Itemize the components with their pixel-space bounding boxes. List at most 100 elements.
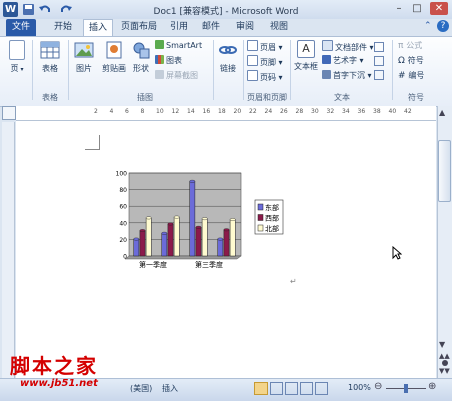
ruler-tick-label: 18 (218, 108, 226, 115)
ruler-tick-label: 8 (140, 108, 145, 115)
page-number-icon (247, 70, 258, 81)
ruler-tick-label: 12 (171, 108, 180, 115)
screenshot-button[interactable]: 屏幕截图 (155, 70, 198, 82)
ruler-tick-label: 6 (125, 108, 129, 115)
scroll-down-icon[interactable]: ▼ (439, 340, 445, 349)
bar-top (201, 217, 208, 221)
clustered-column-chart[interactable]: 0 20 40 60 80 100 第一季度 第三季度 东部西部北部 (115, 168, 290, 273)
textbox-label: 文本框 (294, 62, 318, 71)
quick-parts-button[interactable]: 文档部件 ▾ (322, 40, 374, 52)
dropcap-icon (322, 70, 331, 79)
group-label-header-footer: 页眉和页脚 (247, 93, 287, 102)
table-button[interactable]: 表格 (36, 40, 64, 74)
smartart-icon (155, 40, 164, 49)
chart-label: 图表 (166, 56, 182, 65)
bar (145, 217, 152, 257)
signature-line-icon[interactable] (374, 42, 384, 52)
group-label-text: 文本 (334, 93, 350, 102)
bar-top (139, 229, 146, 233)
draft-icon[interactable] (315, 382, 328, 395)
separator (213, 40, 214, 100)
shapes-label: 形状 (133, 64, 149, 73)
dropcap-button[interactable]: 首字下沉 ▾ (322, 70, 372, 82)
margin-corner-mark (85, 135, 100, 150)
full-screen-reading-icon[interactable] (270, 382, 283, 395)
tab-page-layout[interactable]: 页面布局 (118, 19, 160, 36)
header-icon (247, 40, 258, 51)
mouse-cursor-icon (392, 245, 403, 263)
wordart-label: 艺术字 (333, 56, 357, 65)
symbol-button[interactable]: Ω 符号 (398, 55, 424, 67)
print-layout-icon[interactable] (254, 382, 268, 395)
bar (139, 230, 146, 257)
chart-button[interactable]: 图表 (155, 55, 182, 67)
x-tick-label: 第一季度 (139, 260, 167, 269)
equation-button[interactable]: π 公式 (398, 40, 422, 52)
ruler-tick-label: 36 (357, 108, 366, 115)
textbox-icon: A (297, 40, 315, 58)
quick-parts-icon (322, 40, 333, 51)
status-insert-mode[interactable]: 插入 (162, 383, 178, 394)
header-label: 页眉 (260, 43, 276, 52)
pages-button[interactable]: 页 ▾ (6, 40, 28, 74)
bar-top (223, 228, 230, 232)
tab-view[interactable]: 视图 (266, 19, 292, 36)
header-button[interactable]: 页眉 ▾ (247, 40, 283, 52)
group-label-illustrations: 插图 (137, 93, 153, 102)
equation-label: 公式 (406, 41, 423, 50)
picture-icon (74, 40, 94, 60)
smartart-label: SmartArt (166, 41, 203, 50)
scroll-up-icon[interactable]: ▲ (439, 108, 445, 117)
table-icon (40, 40, 60, 60)
wordart-button[interactable]: 艺术字 ▾ (322, 55, 364, 67)
table-label: 表格 (42, 64, 58, 73)
date-time-icon[interactable] (374, 56, 384, 66)
close-icon[interactable]: ✕ (430, 2, 448, 15)
browse-object-icon[interactable] (442, 360, 448, 366)
web-layout-icon[interactable] (285, 382, 298, 395)
y-tick-label: 20 (119, 237, 127, 244)
textbox-button[interactable]: A 文本框 (292, 40, 320, 72)
help-icon[interactable]: ? (437, 20, 449, 32)
tab-insert[interactable]: 插入 (83, 19, 113, 36)
minimize-icon[interactable]: – (392, 2, 406, 15)
tab-file[interactable]: 文件 (6, 19, 36, 36)
zoom-slider-thumb[interactable] (404, 384, 408, 393)
tab-mailings[interactable]: 邮件 (198, 19, 224, 36)
prev-page-icon[interactable]: ▲▲ (439, 352, 450, 360)
object-icon[interactable] (374, 70, 384, 80)
picture-button[interactable]: 图片 (72, 40, 96, 74)
footer-button[interactable]: 页脚 ▾ (247, 55, 283, 67)
tab-review[interactable]: 审阅 (232, 19, 258, 36)
zoom-level[interactable]: 100% (348, 383, 371, 392)
tab-references[interactable]: 引用 (166, 19, 192, 36)
ruler-tick-label: 2 (94, 108, 98, 115)
shapes-button[interactable]: 形状 (130, 40, 152, 74)
bar (167, 223, 174, 257)
pages-label: 页 (10, 64, 19, 73)
smartart-button[interactable]: SmartArt (155, 40, 202, 52)
bar-top (161, 231, 168, 235)
scroll-thumb[interactable] (438, 140, 451, 202)
y-tick-label: 60 (119, 204, 127, 211)
bar-top (217, 237, 224, 241)
vertical-ruler[interactable] (2, 122, 15, 378)
clipart-button[interactable]: 剪贴画 (100, 40, 128, 74)
ribbon-collapse-icon[interactable]: ⌃ (424, 21, 434, 33)
zoom-in-icon[interactable]: ⊕ (428, 381, 436, 392)
page-number-button[interactable]: 页码 ▾ (247, 70, 283, 82)
outline-icon[interactable] (300, 382, 313, 395)
status-language[interactable]: (美国) (130, 383, 152, 394)
watermark-logo: 脚本之家 (10, 354, 98, 378)
bar (173, 216, 180, 257)
zoom-out-icon[interactable]: ⊖ (374, 381, 382, 392)
number-button[interactable]: # 编号 (398, 70, 424, 82)
links-button[interactable]: 链接 (216, 40, 240, 74)
ruler-tick-label: 40 (388, 108, 397, 115)
y-tick-label: 100 (116, 171, 128, 178)
y-tick-label: 80 (119, 187, 127, 194)
tab-home[interactable]: 开始 (48, 19, 78, 36)
next-page-icon[interactable]: ▼▼ (439, 367, 450, 375)
maximize-icon[interactable]: □ (410, 2, 424, 15)
separator (243, 40, 244, 100)
